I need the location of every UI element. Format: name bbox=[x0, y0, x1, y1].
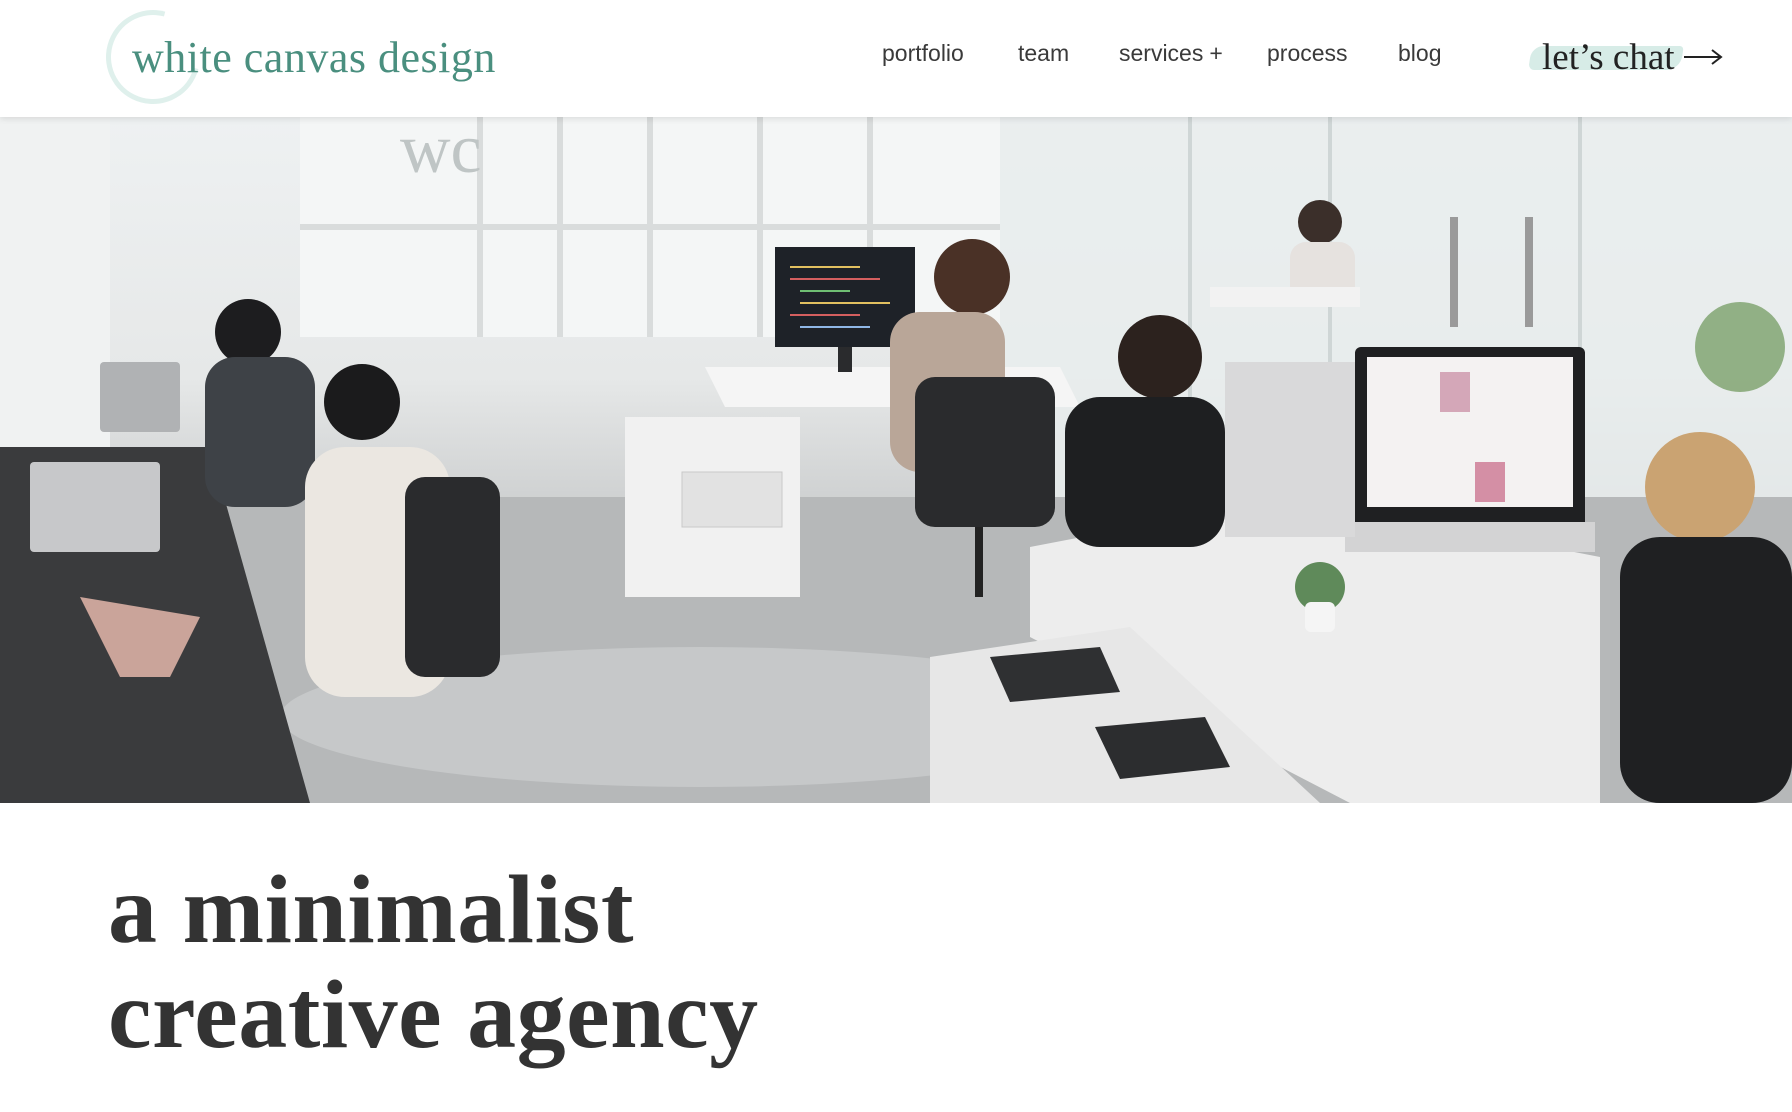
site-header: white canvas design portfolio team servi… bbox=[0, 0, 1792, 122]
hero-headline: a minimalist creative agency bbox=[108, 858, 759, 1068]
arrow-right-icon bbox=[1684, 49, 1723, 65]
headline-line-2: creative agency bbox=[108, 961, 759, 1069]
lets-chat-label: let’s chat bbox=[1542, 37, 1675, 78]
nav-item-services[interactable]: services + bbox=[1119, 40, 1223, 67]
headline-line-1: a minimalist bbox=[108, 856, 634, 964]
nav-item-blog[interactable]: blog bbox=[1398, 40, 1441, 67]
expand-plus-icon: + bbox=[1209, 40, 1223, 66]
office-scene-illustration: wc bbox=[0, 117, 1792, 803]
lets-chat-button[interactable]: let’s chat bbox=[1528, 32, 1728, 82]
brand-name: white canvas design bbox=[132, 33, 496, 82]
hero-office-photo: wc bbox=[0, 117, 1792, 803]
nav-item-services-label: services bbox=[1119, 40, 1204, 66]
hero-watermark: wc bbox=[400, 117, 482, 188]
nav-item-process[interactable]: process bbox=[1267, 40, 1348, 67]
nav-item-team[interactable]: team bbox=[1018, 40, 1069, 67]
brand-logo[interactable]: white canvas design bbox=[88, 0, 504, 122]
nav-item-portfolio[interactable]: portfolio bbox=[882, 40, 964, 67]
